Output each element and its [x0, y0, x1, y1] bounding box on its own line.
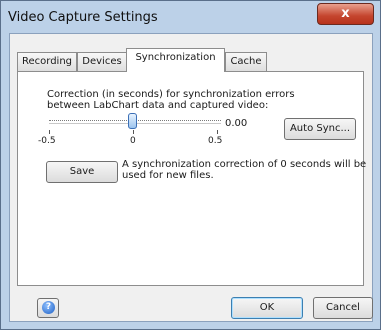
slider-thumb[interactable]	[128, 113, 137, 129]
sync-value-field: 0.00	[225, 118, 248, 129]
window-title: Video Capture Settings	[8, 10, 158, 25]
slider-tick-max	[217, 130, 218, 134]
cancel-button[interactable]: Cancel	[313, 297, 373, 319]
tab-synchronization[interactable]: Synchronization	[126, 48, 225, 72]
help-button[interactable]: ?	[37, 298, 59, 318]
help-icon: ?	[42, 301, 55, 314]
close-button[interactable]: x	[317, 3, 374, 25]
ok-button[interactable]: OK	[231, 297, 303, 319]
save-button[interactable]: Save	[46, 161, 118, 183]
sync-note: A synchronization correction of 0 second…	[122, 159, 367, 181]
slider-max-label: 0.5	[208, 136, 223, 146]
slider-mid-label: 0	[130, 136, 136, 146]
close-icon: x	[341, 6, 350, 21]
sync-description: Correction (in seconds) for synchronizat…	[47, 89, 295, 111]
slider-tick-mid	[133, 130, 134, 134]
save-label: Save	[69, 166, 95, 177]
tab-cache[interactable]: Cache	[225, 52, 267, 71]
slider-min-label: -0.5	[38, 136, 56, 146]
tab-recording[interactable]: Recording	[17, 52, 77, 71]
slider-tick-min	[49, 130, 50, 134]
auto-sync-button[interactable]: Auto Sync...	[284, 118, 356, 140]
tab-devices[interactable]: Devices	[77, 52, 127, 71]
auto-sync-label: Auto Sync...	[289, 123, 351, 134]
